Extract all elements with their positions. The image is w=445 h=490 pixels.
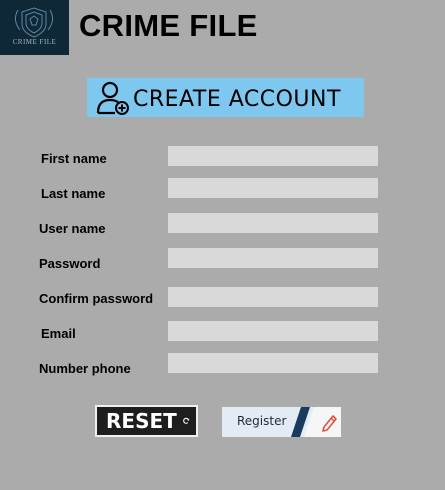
create-account-banner: CREATE ACCOUNT	[87, 78, 364, 117]
logo-caption: CRIME FILE	[12, 38, 57, 46]
first-name-input[interactable]	[168, 146, 378, 166]
email-input[interactable]	[168, 321, 378, 341]
user-name-label: User name	[39, 221, 106, 236]
email-label: Email	[41, 326, 76, 341]
confirm-password-input[interactable]	[168, 287, 378, 307]
password-input[interactable]	[168, 248, 378, 268]
app-logo: CRIME FILE	[0, 0, 69, 55]
add-user-icon	[96, 81, 129, 115]
reset-label: RESET	[106, 409, 177, 433]
refresh-icon	[182, 417, 189, 424]
confirm-password-label: Confirm password	[39, 291, 154, 306]
page-title: CRIME FILE	[79, 8, 258, 43]
shield-emblem-icon	[14, 7, 54, 38]
last-name-label: Last name	[41, 186, 106, 201]
register-button[interactable]: Register	[222, 407, 341, 437]
banner-title: CREATE ACCOUNT	[133, 87, 341, 112]
phone-number-input[interactable]	[168, 353, 378, 373]
first-name-label: First name	[41, 151, 107, 166]
reset-button[interactable]: RESET	[95, 405, 198, 437]
user-name-input[interactable]	[168, 213, 378, 233]
last-name-input[interactable]	[168, 178, 378, 198]
phone-number-label: Number phone	[39, 361, 131, 376]
password-label: Password	[39, 256, 101, 271]
register-label: Register	[237, 414, 287, 428]
